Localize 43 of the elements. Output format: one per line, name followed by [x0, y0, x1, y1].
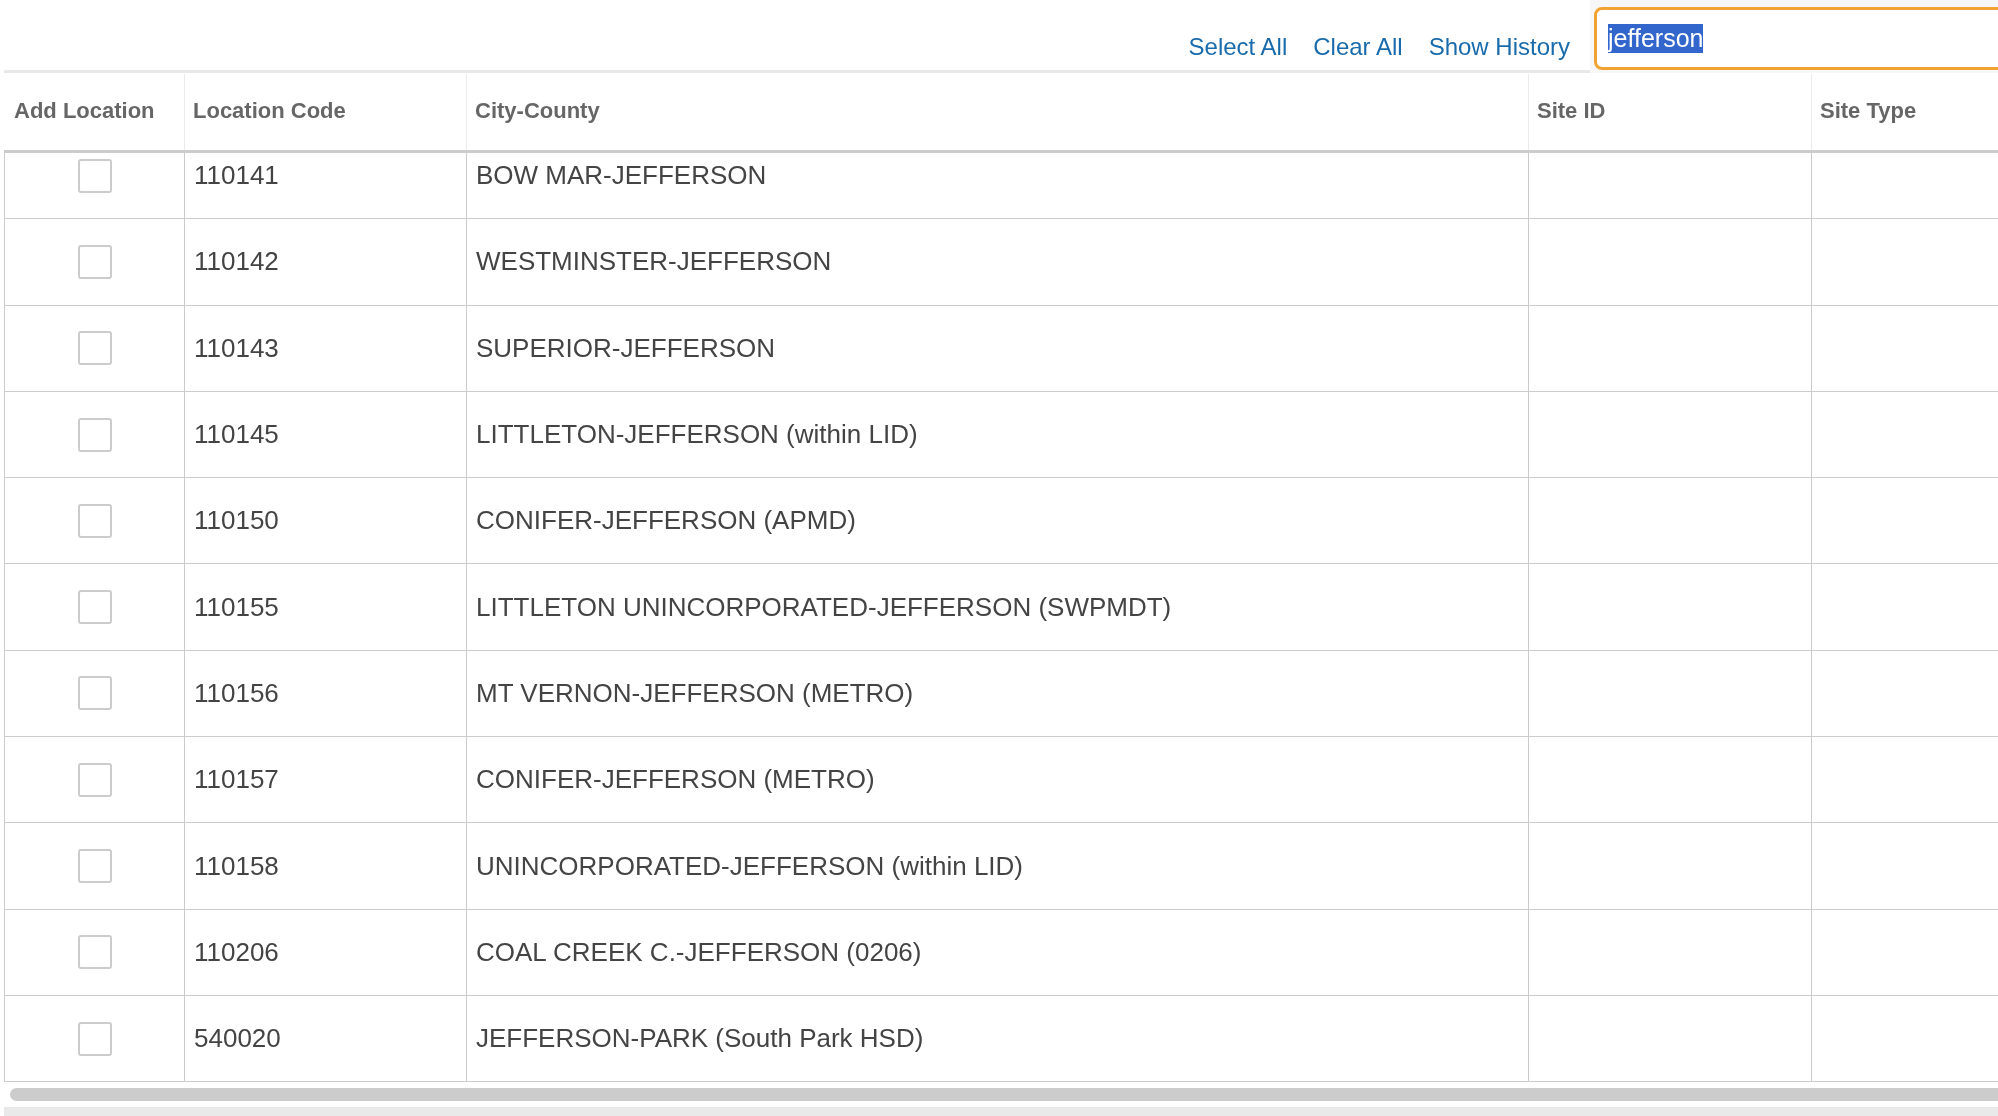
toolbar-link[interactable]: Clear All — [1313, 33, 1403, 61]
column-header: Location Code — [193, 97, 346, 124]
table-cell: JEFFERSON-PARK (South Park HSD) — [476, 1023, 924, 1055]
checkbox[interactable] — [77, 503, 112, 538]
table-cell: 110143 — [194, 332, 279, 364]
table-cell: CONIFER-JEFFERSON (APMD) — [476, 505, 856, 537]
horizontal-scrollbar[interactable] — [10, 1088, 1998, 1101]
table-cell: BOW MAR-JEFFERSON — [476, 160, 767, 192]
checkbox[interactable] — [77, 590, 112, 625]
checkbox[interactable] — [77, 1021, 112, 1056]
checkbox[interactable] — [77, 417, 112, 452]
table-cell: UNINCORPORATED-JEFFERSON (within LID) — [476, 850, 1023, 882]
checkbox[interactable] — [77, 676, 112, 711]
table-cell: 110142 — [194, 246, 279, 278]
table-cell: COAL CREEK C.-JEFFERSON (0206) — [476, 936, 922, 968]
column-header: City-County — [475, 97, 600, 124]
column-header: Site ID — [1537, 97, 1606, 124]
toolbar-link[interactable]: Show History — [1428, 33, 1570, 61]
table-cell: 110155 — [194, 591, 279, 623]
table-cell: 110145 — [194, 419, 279, 451]
table-cell: 110150 — [194, 505, 279, 537]
toolbar-link[interactable]: Select All — [1188, 33, 1288, 61]
column-header: Add Location — [14, 97, 155, 124]
checkbox[interactable] — [77, 935, 112, 970]
column-header: Site Type — [1820, 97, 1917, 124]
table-cell: 110156 — [194, 677, 279, 709]
checkbox[interactable] — [77, 762, 112, 797]
checkbox[interactable] — [77, 331, 112, 366]
table-cell: 110141 — [194, 160, 279, 192]
table-cell: WESTMINSTER-JEFFERSON — [476, 246, 832, 278]
search-field[interactable]: jefferson — [1594, 7, 1998, 70]
table-cell: 110158 — [194, 850, 279, 882]
table-cell: 540020 — [194, 1023, 281, 1055]
checkbox[interactable] — [77, 244, 112, 279]
checkbox[interactable] — [77, 158, 112, 193]
table-cell: MT VERNON-JEFFERSON (METRO) — [476, 677, 914, 709]
table-cell: LITTLETON UNINCORPORATED-JEFFERSON (SWPMDT) — [476, 591, 1172, 623]
table-cell: 110206 — [194, 936, 279, 968]
table-cell: CONIFER-JEFFERSON (METRO) — [476, 764, 875, 796]
table-cell: 110157 — [194, 764, 279, 796]
table-cell: SUPERIOR-JEFFERSON — [476, 332, 776, 364]
checkbox[interactable] — [77, 849, 112, 883]
table-cell: LITTLETON-JEFFERSON (within LID) — [476, 419, 918, 451]
